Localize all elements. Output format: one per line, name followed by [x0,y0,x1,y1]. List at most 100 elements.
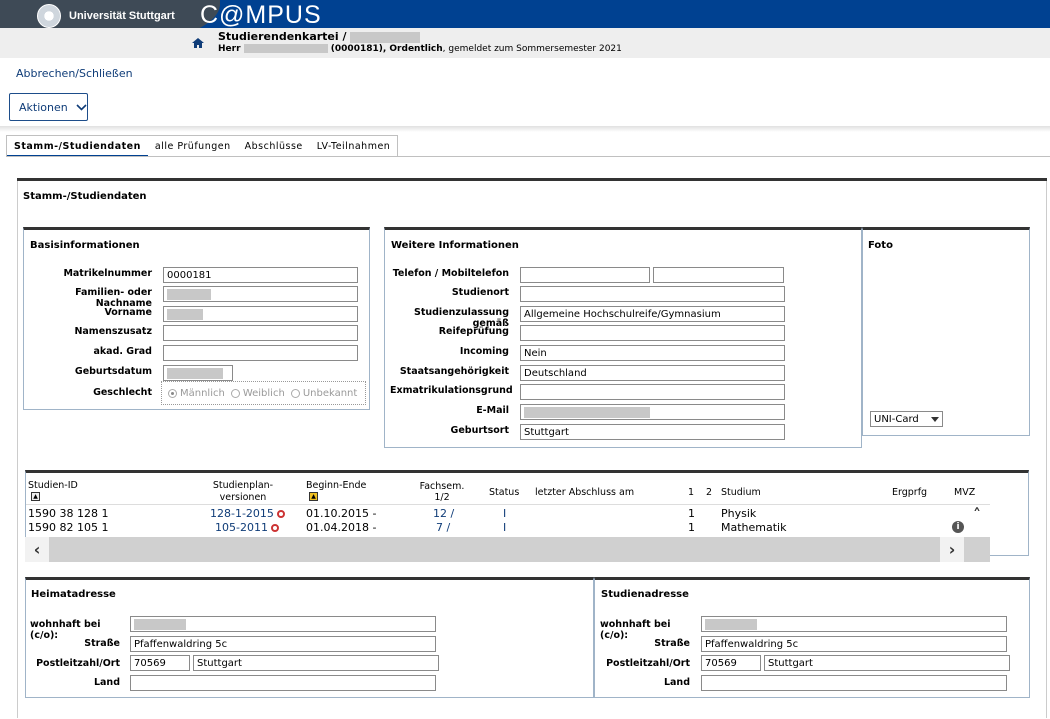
main-panel-top-border [17,178,1047,181]
staat-input[interactable]: Deutschland [520,365,785,381]
col-beginn-ende[interactable]: Beginn-Ende [306,480,366,491]
page-title: Studierendenkartei / [218,30,421,43]
row1-c1: 1 [688,507,695,520]
sort-active-icon[interactable]: ▲ [309,492,318,501]
home-icon[interactable] [192,38,204,48]
reife-input[interactable] [520,325,785,341]
heimat-co-input[interactable] [130,616,436,632]
row1-plan-link[interactable]: 128-1-2015 [210,507,274,520]
col-status[interactable]: Status [489,487,519,498]
col-fachsem[interactable]: Fachsem. 1/2 [418,481,466,503]
studien-plz-label: Postleitzahl/Ort [606,658,690,669]
studien-land-input[interactable] [701,675,1007,691]
cancel-close-link[interactable]: Abbrechen/Schließen [16,67,133,80]
row2-c1: 1 [688,521,695,534]
col-1[interactable]: 1 [688,487,694,498]
foto-title: Foto [868,240,893,251]
exmat-label: Exmatrikulationsgrund [390,385,513,396]
incoming-input[interactable]: Nein [520,345,785,361]
person-summary: Herr (0000181), Ordentlich, gemeldet zum… [218,44,622,54]
row2-plan-link[interactable]: 105-2011 [215,521,268,534]
vorname-input[interactable] [163,306,358,322]
row1-status[interactable]: I [503,507,506,520]
heimat-plz-label: Postleitzahl/Ort [36,658,120,669]
heimat-land-input[interactable] [130,675,436,691]
row1-plan[interactable]: 128-1-2015 [210,507,285,520]
radio-unbekannt[interactable]: Unbekannt [290,388,357,399]
redacted-person [243,44,328,53]
studien-plz-input[interactable]: 70569 [701,655,761,671]
radio-circle-icon [290,388,300,398]
tab-stammdaten[interactable]: Stamm-/Studiendaten [7,136,148,157]
circle-icon[interactable] [270,524,279,532]
foto-source-select[interactable]: UNI-Card [870,411,943,427]
horizontal-scrollbar[interactable] [25,537,990,562]
col-studienplan[interactable]: Studienplan- versionen [211,480,275,504]
radio-maennlich[interactable]: Männlich [168,388,225,399]
heimat-plz-input[interactable]: 70569 [130,655,190,671]
actions-button[interactable]: Aktionen [9,93,88,121]
studienort-label: Studienort [451,287,509,298]
geburtsdatum-label: Geburtsdatum [74,366,152,377]
radio-weiblich[interactable]: Weiblich [230,387,285,399]
info-icon[interactable]: i [952,521,964,533]
row2-plan[interactable]: 105-2011 [215,521,279,534]
scroll-right-icon[interactable]: › [940,537,964,562]
weitere-info-title: Weitere Informationen [391,240,519,251]
grad-input[interactable] [163,345,358,361]
heimat-strasse-input[interactable]: Pfaffenwaldring 5c [130,636,436,652]
exmat-input[interactable] [520,384,785,400]
scroll-left-icon[interactable]: ‹ [25,537,49,562]
col-2[interactable]: 2 [706,487,712,498]
namenszusatz-input[interactable] [163,325,358,341]
chevron-down-icon [931,416,939,422]
geburtsort-label: Geburtsort [450,425,509,436]
col-studium[interactable]: Studium [721,487,761,498]
matrikel-input[interactable]: 0000181 [163,267,358,283]
redacted-vorname [167,308,203,320]
redacted-nachname [167,288,211,300]
nachname-input[interactable] [163,286,358,302]
radio-circle-icon [168,388,177,398]
mobiltelefon-input[interactable] [653,267,784,283]
tab-pruefungen[interactable]: alle Prüfungen [148,136,238,157]
row2-status[interactable]: I [503,521,506,534]
radio-label: Weiblich [242,387,285,399]
geburtsort-input[interactable]: Stuttgart [520,424,785,440]
telefon-input[interactable] [520,267,650,283]
zulassung-input[interactable]: Allgemeine Hochschulreife/Gymnasium [520,306,785,322]
email-label: E-Mail [476,405,509,416]
heimat-ort-input[interactable]: Stuttgart [193,655,439,671]
university-logo[interactable]: Universität Stuttgart [37,4,175,28]
studien-strasse-input[interactable]: Pfaffenwaldring 5c [701,636,1007,652]
vorname-label: Vorname [104,307,152,318]
col-studien-id[interactable]: Studien-ID [28,480,78,491]
circle-icon[interactable] [276,510,285,518]
geburtsdatum-input[interactable] [163,365,233,381]
tab-abschluesse[interactable]: Abschlüsse [238,136,310,157]
col-mvz[interactable]: MVZ [954,487,975,498]
radio-circle-icon [230,388,240,398]
basis-info-title: Basisinformationen [30,240,140,251]
col-ergprfg[interactable]: Ergprfg [892,487,927,498]
email-input[interactable] [520,404,785,420]
tab-lv-teilnahmen[interactable]: LV-Teilnahmen [310,136,398,157]
row2-fachsem[interactable]: 7 / [436,521,450,534]
matrikel-label: Matrikelnummer [63,268,152,279]
redacted-email [524,406,650,418]
studien-ort-input[interactable]: Stuttgart [764,655,1010,671]
redacted-name [350,31,421,43]
studienadresse-title: Studienadresse [601,589,689,600]
heimat-title: Heimatadresse [31,589,116,600]
radio-label: Männlich [180,387,225,399]
chevron-down-icon [76,103,87,111]
reife-label: Reifeprüfung [438,326,509,337]
incoming-label: Incoming [459,346,509,357]
studien-co-input[interactable] [701,616,1007,632]
col-letzter-abschluss[interactable]: letzter Abschluss am [535,487,634,498]
geschlecht-label: Geschlecht [93,387,152,398]
sort-asc-icon[interactable]: ▲ [31,492,40,501]
studienort-input[interactable] [520,286,785,302]
scroll-up-icon[interactable]: ˄ [966,505,988,525]
row1-fachsem[interactable]: 12 / [433,507,454,520]
